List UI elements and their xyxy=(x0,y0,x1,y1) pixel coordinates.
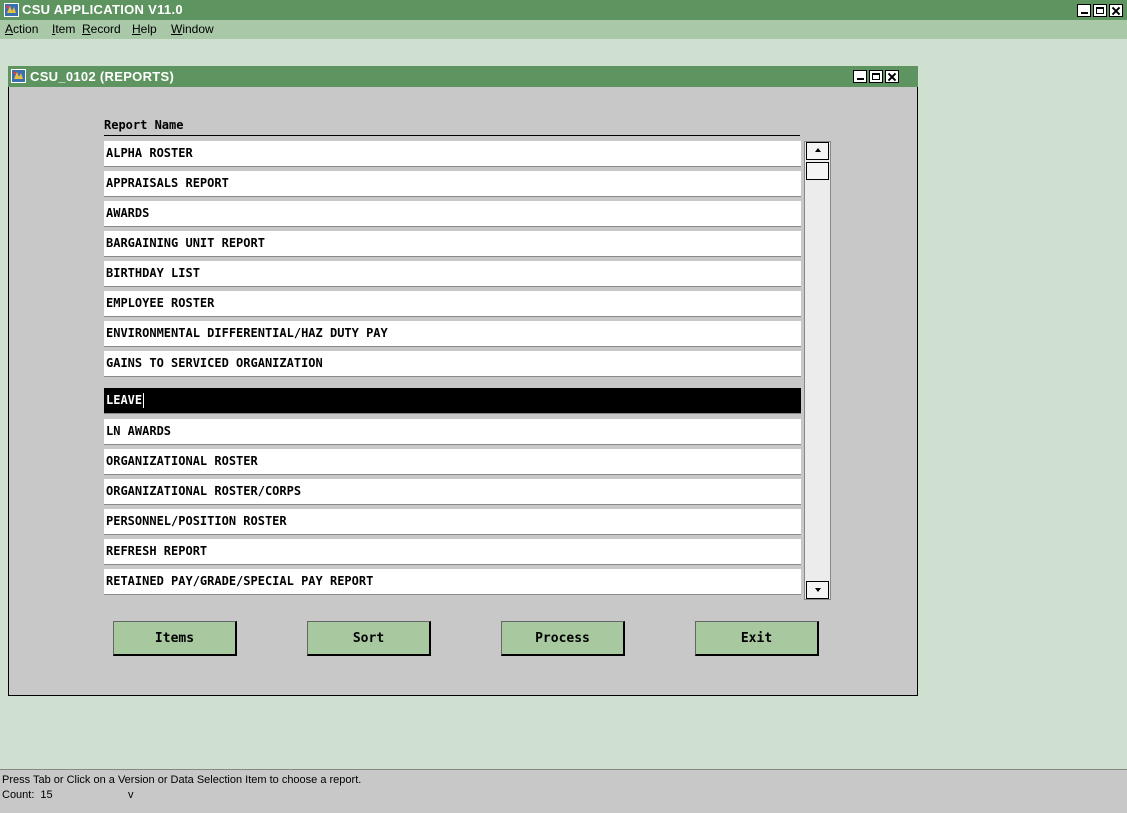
report-row-label: EMPLOYEE ROSTER xyxy=(106,296,215,310)
menu-help[interactable]: Help xyxy=(132,20,157,39)
text-cursor xyxy=(143,393,145,408)
report-row-label: APPRAISALS REPORT xyxy=(106,176,229,190)
report-row-label: BIRTHDAY LIST xyxy=(106,266,200,280)
form-close-icon[interactable] xyxy=(885,70,899,83)
report-row[interactable]: PERSONNEL/POSITION ROSTER xyxy=(104,509,801,535)
reports-window-title-bar: CSU_0102 (REPORTS) xyxy=(8,66,918,87)
maximize-icon[interactable] xyxy=(1093,4,1107,17)
report-row[interactable]: RETAINED PAY/GRADE/SPECIAL PAY REPORT xyxy=(104,569,801,595)
report-row-label: RETAINED PAY/GRADE/SPECIAL PAY REPORT xyxy=(106,574,374,588)
report-row[interactable]: ORGANIZATIONAL ROSTER xyxy=(104,449,801,475)
report-row[interactable]: ENVIRONMENTAL DIFFERENTIAL/HAZ DUTY PAY xyxy=(104,321,801,347)
report-name-column-header: Report Name xyxy=(104,115,800,136)
report-row-label: BARGAINING UNIT REPORT xyxy=(106,236,265,250)
scroll-down-arrow-icon[interactable] xyxy=(806,581,829,599)
app-title: CSU APPLICATION V11.0 xyxy=(22,2,183,17)
report-row-label: ORGANIZATIONAL ROSTER/CORPS xyxy=(106,484,302,498)
form-title: CSU_0102 (REPORTS) xyxy=(30,69,175,84)
report-list-scrollbar[interactable] xyxy=(804,141,831,600)
form-minimize-icon[interactable] xyxy=(853,70,867,83)
status-mode: v xyxy=(128,789,134,801)
form-maximize-icon[interactable] xyxy=(869,70,883,83)
menu-bar: Action Item Record Help Window xyxy=(0,20,1127,39)
close-icon[interactable] xyxy=(1109,4,1123,17)
menu-window[interactable]: Window xyxy=(171,20,214,39)
report-row[interactable]: REFRESH REPORT xyxy=(104,539,801,565)
report-row[interactable]: BIRTHDAY LIST xyxy=(104,261,801,287)
report-row-label: ORGANIZATIONAL ROSTER xyxy=(106,454,258,468)
report-row-label: LN AWARDS xyxy=(106,424,172,438)
report-row-label: ALPHA ROSTER xyxy=(106,146,193,160)
process-button[interactable]: Process xyxy=(501,621,625,656)
sort-button[interactable]: Sort xyxy=(307,621,431,656)
status-message: Press Tab or Click on a Version or Data … xyxy=(2,774,362,786)
report-row[interactable]: EMPLOYEE ROSTER xyxy=(104,291,801,317)
report-row-label: AWARDS xyxy=(106,206,150,220)
items-button[interactable]: Items xyxy=(113,621,237,656)
report-row[interactable]: ORGANIZATIONAL ROSTER/CORPS xyxy=(104,479,801,505)
report-row[interactable]: AWARDS xyxy=(104,201,801,227)
report-row[interactable]: BARGAINING UNIT REPORT xyxy=(104,231,801,257)
report-row-label: ENVIRONMENTAL DIFFERENTIAL/HAZ DUTY PAY xyxy=(106,326,388,340)
report-row-label: REFRESH REPORT xyxy=(106,544,208,558)
app-icon xyxy=(4,3,19,17)
report-row[interactable]: LN AWARDS xyxy=(104,419,801,445)
menu-item[interactable]: Item xyxy=(52,20,75,39)
report-row-label: PERSONNEL/POSITION ROSTER xyxy=(106,514,287,528)
exit-button[interactable]: Exit xyxy=(695,621,819,656)
report-row-label: GAINS TO SERVICED ORGANIZATION xyxy=(106,356,323,370)
minimize-icon[interactable] xyxy=(1077,4,1091,17)
scroll-thumb[interactable] xyxy=(806,162,829,180)
report-row-selected[interactable]: LEAVE xyxy=(104,388,801,414)
scroll-up-arrow-icon[interactable] xyxy=(806,142,829,160)
menu-action[interactable]: Action xyxy=(5,20,38,39)
count-label: Count: xyxy=(2,789,35,801)
record-count: Count: 15 xyxy=(2,789,53,801)
report-row[interactable]: APPRAISALS REPORT xyxy=(104,171,801,197)
report-row[interactable]: ALPHA ROSTER xyxy=(104,141,801,167)
status-bar: Press Tab or Click on a Version or Data … xyxy=(0,769,1127,813)
app-title-bar: CSU APPLICATION V11.0 xyxy=(0,0,1127,20)
form-icon xyxy=(11,69,26,83)
report-row[interactable]: GAINS TO SERVICED ORGANIZATION xyxy=(104,351,801,377)
count-value: 15 xyxy=(40,789,53,801)
menu-record[interactable]: Record xyxy=(82,20,121,39)
report-row-label: LEAVE xyxy=(106,393,143,407)
